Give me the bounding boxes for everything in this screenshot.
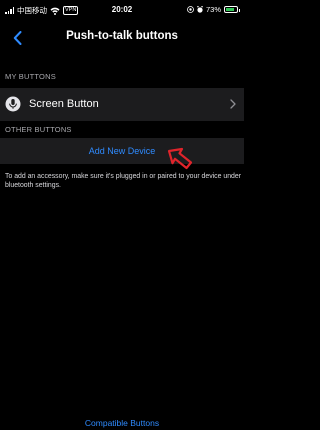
annotation-arrow-icon bbox=[167, 147, 193, 170]
list-item-screen-button[interactable]: Screen Button bbox=[0, 88, 244, 121]
battery-icon bbox=[224, 6, 240, 13]
navigation-bar: Push-to-talk buttons bbox=[0, 22, 244, 52]
chevron-right-icon bbox=[230, 99, 236, 109]
section-header-other-buttons: OTHER BUTTONS bbox=[5, 125, 72, 134]
location-icon bbox=[187, 6, 194, 13]
status-bar: 中国移动 VPN 20:02 73% bbox=[0, 0, 244, 20]
add-new-device-button[interactable]: Add New Device bbox=[0, 146, 244, 156]
compatible-buttons-link[interactable]: Compatible Buttons bbox=[0, 418, 244, 428]
section-header-my-buttons: MY BUTTONS bbox=[5, 72, 56, 81]
page-title: Push-to-talk buttons bbox=[66, 30, 178, 42]
microphone-icon bbox=[5, 96, 21, 112]
alarm-icon bbox=[197, 6, 203, 13]
screen-button-label: Screen Button bbox=[29, 98, 99, 110]
battery-percentage: 73% bbox=[205, 5, 221, 14]
add-accessory-hint: To add an accessory, make sure it's plug… bbox=[5, 173, 241, 189]
add-new-device-row[interactable]: Add New Device bbox=[0, 138, 244, 164]
status-right: 73% bbox=[187, 5, 240, 14]
